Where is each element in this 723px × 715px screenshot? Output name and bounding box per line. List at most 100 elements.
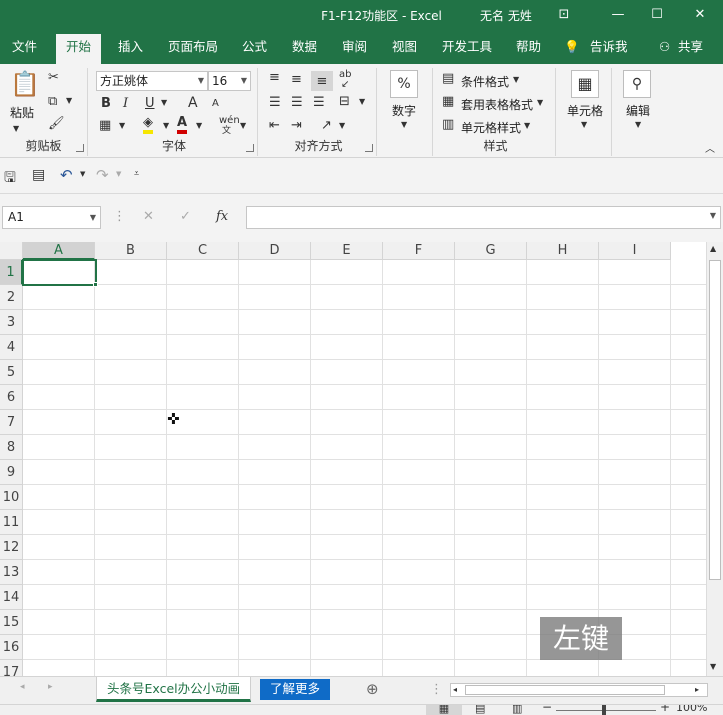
customize-qat-icon[interactable]: ⩡	[134, 169, 139, 179]
border-icon[interactable]: ▦	[99, 118, 111, 133]
minimize-button[interactable]: —	[607, 4, 629, 26]
row-header-2[interactable]: 2	[0, 285, 23, 310]
column-header-b[interactable]: B	[95, 242, 167, 260]
align-middle-icon[interactable]: ≡	[291, 72, 302, 87]
font-size-select[interactable]: 16 ▼	[208, 71, 251, 91]
row-header-16[interactable]: 16	[0, 635, 23, 660]
font-color-button[interactable]: A	[177, 116, 188, 134]
align-top-icon[interactable]: ≡	[269, 70, 280, 85]
zoom-in-icon[interactable]: +	[660, 705, 670, 714]
column-header-g[interactable]: G	[455, 242, 527, 260]
font-color-dropdown-icon[interactable]: ▼	[196, 121, 202, 130]
italic-button[interactable]: I	[123, 96, 128, 111]
split-handle-icon[interactable]: ⋮	[430, 682, 443, 697]
row-header-14[interactable]: 14	[0, 585, 23, 610]
horizontal-scroll-thumb[interactable]	[465, 685, 665, 695]
row-header-12[interactable]: 12	[0, 535, 23, 560]
share-button[interactable]: 共享	[678, 30, 703, 64]
tab-file[interactable]: 文件	[2, 30, 47, 64]
paste-icon[interactable]: 📋	[10, 70, 40, 100]
redo-icon[interactable]: ↷	[96, 166, 109, 184]
conditional-dropdown-icon[interactable]: ▼	[513, 75, 519, 84]
row-header-1[interactable]: 1	[0, 260, 23, 285]
editing-button[interactable]: 编辑	[626, 102, 650, 119]
scroll-left-icon[interactable]: ◂	[453, 684, 457, 696]
select-all-corner[interactable]	[0, 242, 23, 260]
row-header-13[interactable]: 13	[0, 560, 23, 585]
align-left-icon[interactable]: ☰	[269, 95, 281, 110]
align-right-icon[interactable]: ☰	[313, 95, 325, 110]
page-break-view-icon[interactable]: ▥	[512, 705, 522, 715]
tab-page-layout[interactable]: 页面布局	[158, 30, 228, 64]
worksheet-grid[interactable]: ABCDEFGHI 1 2 3 4 5 6 7 8 9 10 11 12 13 14 15 16 17	[0, 242, 706, 676]
orientation-icon[interactable]: ab ↙	[339, 70, 351, 90]
sheet-tab-1[interactable]: 头条号Excel办公小动画	[96, 677, 252, 702]
phonetic-button[interactable]: wén	[219, 116, 240, 126]
conditional-format-icon[interactable]: ▤	[442, 71, 454, 86]
tab-developer[interactable]: 开发工具	[432, 30, 502, 64]
font-launcher-icon[interactable]	[246, 144, 254, 152]
alignment-launcher-icon[interactable]	[365, 144, 373, 152]
tab-view[interactable]: 视图	[382, 30, 427, 64]
cells-button[interactable]: 单元格	[567, 102, 603, 119]
prev-sheet-icon[interactable]: ◂	[20, 682, 25, 692]
underline-button[interactable]: U	[145, 96, 155, 111]
add-sheet-icon[interactable]: ⊕	[366, 680, 379, 698]
save-icon[interactable]: 🖫	[4, 167, 16, 191]
fill-handle[interactable]	[93, 282, 98, 287]
number-dropdown-icon[interactable]: ▼	[401, 120, 407, 129]
zoom-slider-thumb[interactable]	[602, 705, 606, 715]
align-center-icon[interactable]: ☰	[291, 95, 303, 110]
column-header-f[interactable]: F	[383, 242, 455, 260]
tab-formulas[interactable]: 公式	[232, 30, 277, 64]
cell-styles-dropdown-icon[interactable]: ▼	[524, 121, 530, 130]
fill-dropdown-icon[interactable]: ▼	[163, 121, 169, 130]
merge-dropdown-icon[interactable]: ▼	[359, 97, 365, 106]
copy-icon[interactable]: ⧉	[48, 94, 57, 109]
border-dropdown-icon[interactable]: ▼	[119, 121, 125, 130]
tab-home[interactable]: 开始	[56, 34, 102, 64]
row-header-10[interactable]: 10	[0, 485, 23, 510]
maximize-button[interactable]: ☐	[646, 4, 668, 26]
cell-styles-button[interactable]: 单元格样式	[461, 119, 521, 136]
lightbulb-icon[interactable]: 💡	[564, 30, 580, 64]
conditional-format-button[interactable]: 条件格式	[461, 73, 509, 90]
number-button[interactable]: 数字	[392, 102, 416, 119]
cancel-icon[interactable]: ✕	[143, 209, 154, 224]
zoom-slider[interactable]	[556, 710, 656, 711]
ribbon-display-icon[interactable]: ⊡	[553, 4, 575, 26]
column-header-e[interactable]: E	[311, 242, 383, 260]
copy-dropdown-icon[interactable]: ▼	[66, 96, 72, 105]
increase-indent-icon[interactable]: ⇥	[291, 118, 302, 133]
tab-data[interactable]: 数据	[282, 30, 327, 64]
vertical-scroll-thumb[interactable]	[709, 260, 721, 580]
column-header-a[interactable]: A	[23, 242, 95, 260]
table-format-icon[interactable]: ▦	[442, 94, 454, 109]
row-header-6[interactable]: 6	[0, 385, 23, 410]
align-bottom-icon[interactable]: ≡	[311, 71, 333, 91]
paste-dropdown-icon[interactable]: ▼	[13, 124, 19, 133]
phonetic-dropdown-icon[interactable]: ▼	[240, 121, 246, 130]
page-layout-view-icon[interactable]: ▤	[475, 705, 485, 715]
search-icon[interactable]: ⚲	[623, 70, 651, 98]
wrap-text-icon[interactable]: ⊟	[339, 94, 350, 109]
scroll-up-icon[interactable]: ▲	[710, 244, 716, 253]
percent-icon[interactable]: %	[390, 70, 418, 98]
decrease-font-button[interactable]: A	[212, 98, 219, 109]
formula-input[interactable]: ▼	[246, 206, 721, 229]
increase-font-button[interactable]: A	[188, 95, 198, 111]
person-icon[interactable]: ⚇	[659, 30, 670, 64]
tab-review[interactable]: 审阅	[332, 30, 377, 64]
row-header-15[interactable]: 15	[0, 610, 23, 635]
column-header-d[interactable]: D	[239, 242, 311, 260]
row-header-8[interactable]: 8	[0, 435, 23, 460]
collapse-ribbon-icon[interactable]: ︿	[705, 140, 715, 155]
table-format-button[interactable]: 套用表格格式	[461, 96, 533, 113]
close-button[interactable]: ✕	[689, 4, 711, 26]
scroll-down-icon[interactable]: ▼	[710, 662, 716, 671]
text-direction-dropdown-icon[interactable]: ▼	[339, 121, 345, 130]
row-header-4[interactable]: 4	[0, 335, 23, 360]
bold-button[interactable]: B	[101, 96, 111, 111]
cut-icon[interactable]: ✂	[48, 70, 59, 85]
row-header-7[interactable]: 7	[0, 410, 23, 435]
